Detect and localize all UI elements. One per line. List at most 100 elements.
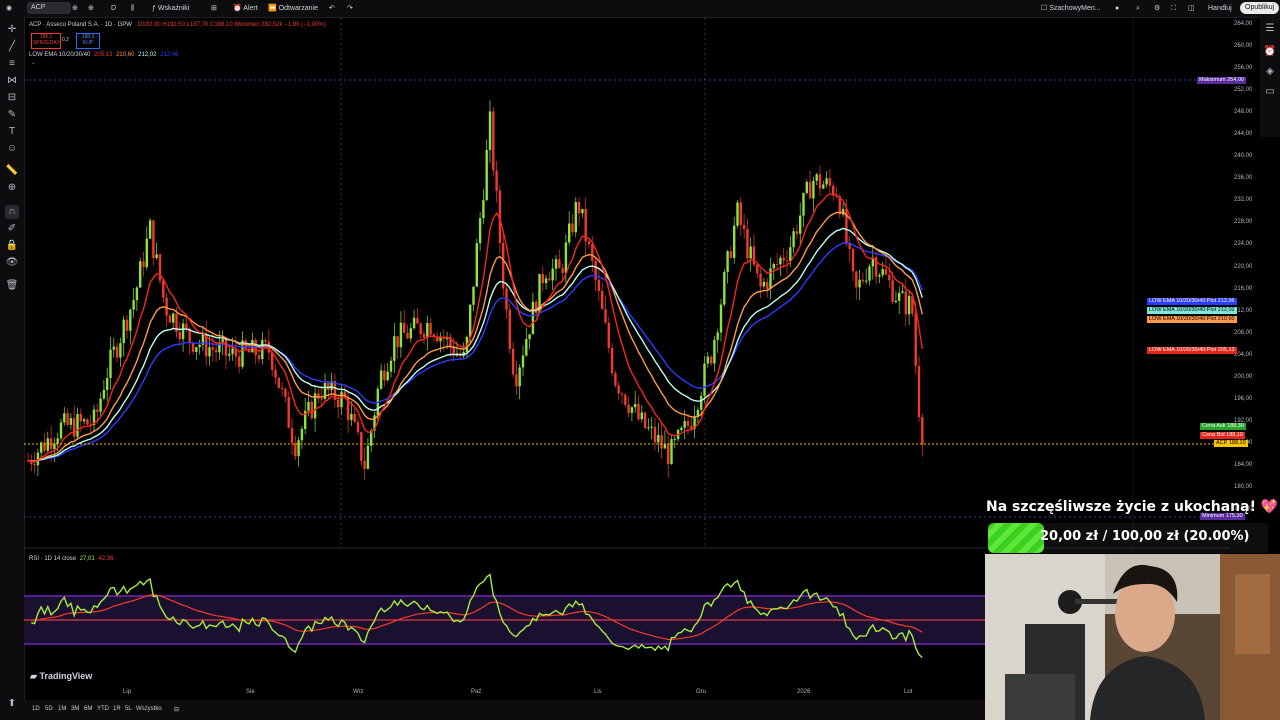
candle-body (112, 346, 115, 350)
candle-body (33, 464, 36, 466)
candle-body (657, 435, 660, 443)
ema-orange-value: 210,60 (1217, 316, 1235, 322)
candle-body (280, 387, 284, 389)
candle-body (713, 339, 716, 364)
chart-title: ACP · Asseco Poland S.A. · 1D · GPW (29, 22, 132, 28)
max-label: Maksimum (1199, 77, 1226, 83)
candle-body (224, 339, 228, 356)
candle-body (307, 401, 310, 411)
time-axis-label: Wrz (353, 689, 364, 695)
candle-body (746, 228, 749, 259)
candle-body (152, 220, 155, 258)
candle-body (168, 315, 172, 323)
candle-body (274, 369, 277, 378)
candle-body (284, 388, 287, 397)
candle-body (109, 349, 112, 379)
candle-body (393, 336, 396, 361)
candle-body (779, 257, 782, 265)
candle-body (379, 370, 383, 389)
range-ytd[interactable]: YTD (97, 706, 109, 712)
candle-body (271, 352, 274, 370)
candle-body (815, 174, 818, 181)
candle-body (653, 426, 657, 443)
price-axis-label: 244,00 (1234, 131, 1253, 138)
candle-body (132, 300, 135, 310)
candle-body (356, 421, 360, 433)
max-value: 254,00 (1227, 77, 1244, 83)
candle-body (290, 427, 294, 443)
candle-body (795, 231, 799, 234)
candle-body (762, 281, 766, 287)
candle-body (818, 174, 822, 189)
candle-body (571, 223, 574, 233)
candle-body (416, 317, 419, 324)
candle-body (868, 266, 871, 281)
buy-button[interactable]: 188,3 KUP (76, 33, 100, 49)
candle-body (370, 430, 373, 446)
rsi-value: 27,01 (79, 556, 95, 562)
candle-body (320, 398, 323, 400)
candle-body (822, 184, 825, 189)
candle-body (574, 201, 577, 233)
range-all[interactable]: Wszystko (136, 706, 162, 712)
max-tag: Maksimum 254,00 (1197, 77, 1246, 84)
candle-body (426, 323, 429, 338)
candle-body (799, 215, 802, 234)
candle-body (551, 268, 554, 281)
range-5d[interactable]: 5D (45, 706, 53, 712)
candle-body (287, 396, 290, 428)
rsi-name: RSI · 1D 14 close (29, 556, 77, 562)
range-1d[interactable]: 1D (32, 706, 40, 712)
candle-body (568, 223, 571, 243)
candle-body (135, 287, 139, 301)
range-6m[interactable]: 6M (84, 706, 92, 712)
candle-body (238, 356, 241, 367)
candle-body (792, 231, 795, 248)
sell-button[interactable]: 188,1 SPRZEDAJ (31, 33, 61, 49)
candle-body (59, 422, 63, 439)
ema-40-line (27, 242, 923, 462)
price-axis-label: 224,00 (1234, 241, 1253, 248)
candle-body (775, 264, 779, 266)
candle-body (208, 347, 211, 357)
candle-body (178, 332, 181, 340)
candle-body (478, 218, 482, 244)
candle-body (703, 363, 706, 396)
time-axis-label: Gru (696, 689, 707, 695)
candle-body (191, 342, 195, 352)
ohlc-values: O192,00 H192,50 L187,70 C188,10 Wolumen … (137, 22, 326, 28)
candle-body (139, 261, 142, 288)
last-price-tag: ACP 188,10 (1214, 440, 1248, 447)
date-range-icon[interactable]: ⊟ (174, 706, 179, 713)
candle-body (756, 264, 759, 274)
price-axis-label: 204,00 (1234, 351, 1253, 358)
candle-body (535, 301, 538, 314)
candle-body (706, 356, 709, 364)
range-3m[interactable]: 3M (71, 706, 79, 712)
range-5y[interactable]: 5L (125, 706, 132, 712)
last-value: 188,10 (1228, 440, 1246, 446)
price-axis-label: 232,00 (1234, 197, 1253, 204)
candle-body (690, 425, 693, 429)
candle-body (683, 421, 686, 428)
candle-body (485, 149, 488, 201)
price-axis-label: 208,00 (1234, 329, 1253, 336)
candle-body (637, 404, 640, 420)
candle-body (564, 242, 568, 273)
candle-body (601, 290, 604, 310)
collapse-legend-icon[interactable]: ⌃ (31, 62, 36, 69)
tradingview-logo: ▰ TradingView (30, 671, 92, 682)
range-1y[interactable]: 1R (113, 706, 121, 712)
candle-body (531, 301, 535, 335)
ema-blue-tag: LOW EMA 10/20/30/40:Plot 212,06 (1147, 298, 1237, 305)
range-1m[interactable]: 1M (58, 706, 66, 712)
candle-body (49, 438, 53, 449)
ema-red-label: LOW EMA 10/20/30/40:Plot (1149, 347, 1217, 353)
candle-body (660, 435, 663, 449)
tradingview-text: TradingView (39, 671, 93, 681)
candle-body (898, 292, 901, 301)
candle-body (591, 244, 594, 261)
price-axis-label: 248,00 (1234, 109, 1253, 116)
candle-body (515, 374, 518, 387)
candle-body (812, 180, 815, 199)
